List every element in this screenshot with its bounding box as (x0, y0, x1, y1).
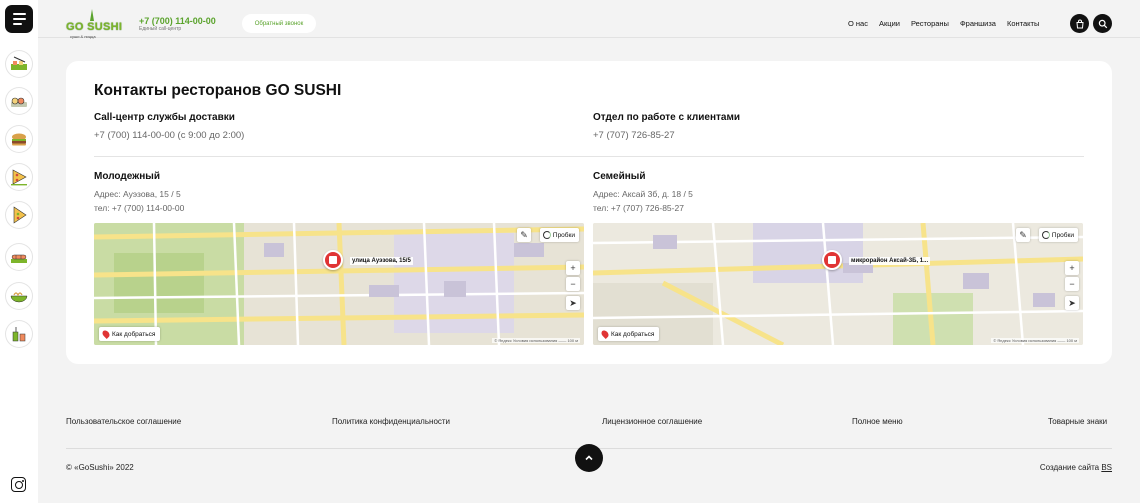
footer-link-full-menu[interactable]: Полное меню (852, 417, 903, 426)
header-phone[interactable]: +7 (700) 114-00-00 (139, 16, 216, 26)
route-label: Как добраться (611, 330, 655, 338)
restaurant-name: Семейный (593, 171, 646, 182)
route-button[interactable]: Как добраться (99, 327, 161, 341)
location-pin-icon (101, 329, 111, 339)
callcenter-heading: Call-центр службы доставки (94, 112, 235, 123)
map-tiles (593, 223, 1083, 345)
restaurant-map[interactable]: улица Ауэзова, 15/5 ✎ Пробки + − ➤ Как д… (94, 223, 584, 345)
restaurant-phone[interactable]: тел: +7 (707) 726-85-27 (593, 203, 684, 213)
map-tiles (94, 223, 584, 345)
logo[interactable]: GO SUSHI суши & пицца (66, 9, 122, 41)
scroll-up-button[interactable] (575, 444, 603, 472)
hot-rolls-icon[interactable] (6, 244, 32, 270)
divider (94, 156, 1084, 157)
main-nav: О нас Акции Рестораны Франшиза Контакты (848, 19, 1039, 28)
arrow-up-icon (585, 455, 593, 461)
nav-promotions[interactable]: Акции (879, 19, 900, 28)
restaurant-pin-icon[interactable] (323, 250, 343, 270)
traffic-icon (542, 231, 551, 239)
restaurant-map[interactable]: микрорайон Аксай-3Б, 1... ✎ Пробки + − ➤… (593, 223, 1083, 345)
restaurant-pin-icon[interactable] (822, 250, 842, 270)
map-copyright[interactable]: © Яндекс Условия использования —— 100 м (991, 338, 1079, 343)
restaurant-phone[interactable]: тел: +7 (700) 114-00-00 (94, 203, 184, 213)
map-pin-label: микрорайон Аксай-3Б, 1... (849, 257, 931, 265)
page-title: Контакты ресторанов GO SUSHI (94, 82, 342, 99)
zoom-in-button[interactable]: + (566, 261, 580, 275)
restaurant-name: Молодежный (94, 171, 160, 182)
traffic-toggle[interactable]: Пробки (1038, 228, 1078, 242)
footer-credits: Создание сайта BS (1040, 463, 1112, 472)
callcenter-phone[interactable]: +7 (700) 114-00-00 (с 9:00 до 2:00) (94, 130, 244, 141)
route-button[interactable]: Как добраться (598, 327, 660, 341)
pizza-icon[interactable] (6, 164, 32, 190)
rolls-icon[interactable] (6, 88, 32, 114)
logo-subtitle: суши & пицца (70, 34, 96, 39)
burger-icon[interactable] (6, 126, 32, 152)
geolocation-icon[interactable]: ➤ (1065, 296, 1079, 310)
pizza-slice-icon[interactable] (6, 202, 32, 228)
noodles-icon[interactable] (6, 283, 32, 309)
ruler-icon[interactable]: ✎ (517, 228, 531, 242)
instagram-icon[interactable] (11, 477, 26, 492)
left-sidebar (0, 0, 38, 503)
footer-link-license[interactable]: Лицензионное соглашение (602, 417, 702, 426)
client-dept-heading: Отдел по работе с клиентами (593, 112, 741, 123)
restaurant-address: Адрес: Аксай 3б, д. 18 / 5 (593, 189, 693, 199)
footer-link-user-agreement[interactable]: Пользовательское соглашение (66, 417, 181, 426)
restaurant-address: Адрес: Ауэзова, 15 / 5 (94, 189, 181, 199)
contacts-card: Контакты ресторанов GO SUSHI Call-центр … (66, 61, 1112, 364)
bag-icon (1075, 19, 1084, 28)
zoom-out-button[interactable]: − (1065, 277, 1079, 291)
traffic-label: Пробки (552, 231, 575, 239)
search-icon (1098, 19, 1107, 28)
ruler-icon[interactable]: ✎ (1016, 228, 1030, 242)
footer-link-trademarks[interactable]: Товарные знаки (1048, 417, 1107, 426)
zoom-in-button[interactable]: + (1065, 261, 1079, 275)
nav-franchise[interactable]: Франшиза (960, 19, 996, 28)
nav-restaurants[interactable]: Рестораны (911, 19, 949, 28)
geolocation-icon[interactable]: ➤ (566, 296, 580, 310)
header-phone-caption: Единый call-центр (139, 26, 182, 32)
callback-button[interactable]: Обратный звонок (242, 14, 316, 33)
map-pin-label: улица Ауэзова, 15/5 (350, 257, 413, 265)
map-copyright[interactable]: © Яндекс Условия использования —— 100 м (492, 338, 580, 343)
tower-icon (90, 9, 94, 21)
nav-contacts[interactable]: Контакты (1007, 19, 1039, 28)
location-pin-icon (600, 329, 610, 339)
route-label: Как добраться (112, 330, 156, 338)
top-header: GO SUSHI суши & пицца +7 (700) 114-00-00… (38, 0, 1140, 41)
credits-link[interactable]: BS (1101, 463, 1112, 472)
client-dept-phone[interactable]: +7 (707) 726-85-27 (593, 130, 675, 141)
footer-link-privacy[interactable]: Политика конфиденциальности (332, 417, 450, 426)
traffic-label: Пробки (1051, 231, 1074, 239)
search-button[interactable] (1093, 14, 1112, 33)
footer-copyright: © «GoSushi» 2022 (66, 463, 134, 472)
sushi-set-icon[interactable] (6, 51, 32, 77)
nav-about[interactable]: О нас (848, 19, 868, 28)
cart-button[interactable] (1070, 14, 1089, 33)
drinks-icon[interactable] (6, 321, 32, 347)
traffic-toggle[interactable]: Пробки (539, 228, 579, 242)
credits-label: Создание сайта (1039, 463, 1100, 472)
logo-text: GO SUSHI (66, 21, 123, 33)
traffic-icon (1041, 231, 1050, 239)
zoom-out-button[interactable]: − (566, 277, 580, 291)
hamburger-menu-icon[interactable] (5, 5, 33, 33)
